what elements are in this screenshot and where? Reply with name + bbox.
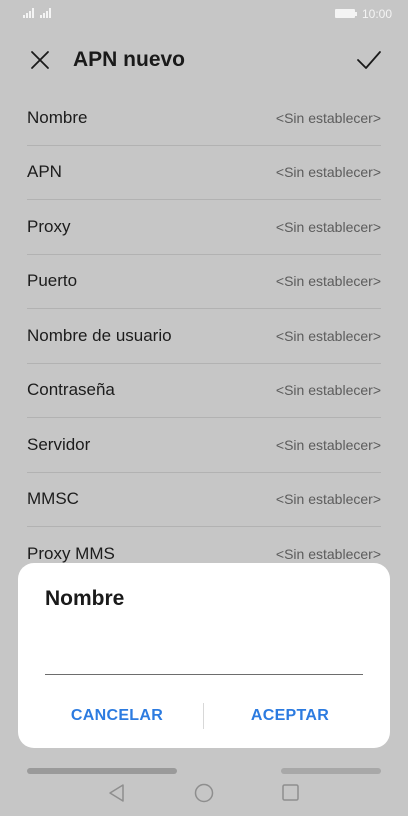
setting-value: <Sin establecer> bbox=[275, 327, 381, 344]
setting-label: Proxy MMS bbox=[27, 543, 115, 563]
apn-settings-list: Nombre <Sin establecer> APN <Sin estable… bbox=[27, 91, 381, 582]
recents-square-icon[interactable] bbox=[282, 784, 299, 801]
setting-label: APN bbox=[27, 162, 62, 182]
setting-value: <Sin establecer> bbox=[275, 109, 381, 126]
setting-label: Nombre bbox=[27, 107, 88, 127]
setting-value: <Sin establecer> bbox=[275, 164, 381, 181]
setting-row-proxy[interactable]: Proxy <Sin establecer> bbox=[27, 200, 381, 255]
setting-label: Puerto bbox=[27, 271, 78, 291]
setting-value: <Sin establecer> bbox=[275, 491, 381, 508]
setting-value: <Sin establecer> bbox=[275, 218, 381, 235]
setting-label: Nombre de usuario bbox=[27, 325, 172, 345]
setting-label: Servidor bbox=[27, 434, 91, 454]
setting-row-nombre[interactable]: Nombre <Sin establecer> bbox=[27, 91, 381, 146]
status-bar: 10:00 bbox=[0, 0, 408, 28]
setting-row-puerto[interactable]: Puerto <Sin establecer> bbox=[27, 255, 381, 309]
setting-label: MMSC bbox=[27, 489, 79, 509]
setting-value: <Sin establecer> bbox=[275, 273, 381, 290]
setting-value: <Sin establecer> bbox=[275, 436, 381, 453]
setting-label: Contraseña bbox=[27, 380, 115, 400]
battery-icon bbox=[335, 9, 357, 18]
cancel-button[interactable]: CANCELAR bbox=[42, 700, 192, 732]
dialog-title: Nombre bbox=[45, 587, 125, 610]
name-input-dialog: Nombre CANCELAR ACEPTAR bbox=[18, 563, 390, 748]
app-bar: APN nuevo bbox=[0, 38, 408, 84]
name-input-field[interactable] bbox=[45, 639, 363, 675]
back-triangle-icon[interactable] bbox=[107, 783, 125, 803]
button-divider bbox=[203, 703, 204, 729]
setting-row-nombre-de-usuario[interactable]: Nombre de usuario <Sin establecer> bbox=[27, 309, 381, 364]
setting-value: <Sin establecer> bbox=[275, 382, 381, 399]
setting-label: Proxy bbox=[27, 216, 71, 236]
accept-button[interactable]: ACEPTAR bbox=[215, 700, 365, 732]
navigation-bar bbox=[0, 768, 408, 816]
setting-row-apn[interactable]: APN <Sin establecer> bbox=[27, 146, 381, 200]
home-circle-icon[interactable] bbox=[194, 783, 214, 803]
setting-value: <Sin establecer> bbox=[275, 545, 381, 562]
status-time: 10:00 bbox=[361, 7, 392, 21]
setting-row-mmsc[interactable]: MMSC <Sin establecer> bbox=[27, 473, 381, 527]
setting-row-contrasena[interactable]: Contraseña <Sin establecer> bbox=[27, 364, 381, 418]
setting-row-servidor[interactable]: Servidor <Sin establecer> bbox=[27, 418, 381, 473]
close-icon[interactable] bbox=[28, 48, 52, 72]
page-title: APN nuevo bbox=[73, 48, 186, 71]
check-icon[interactable] bbox=[356, 48, 382, 72]
signal-icon bbox=[23, 8, 51, 18]
